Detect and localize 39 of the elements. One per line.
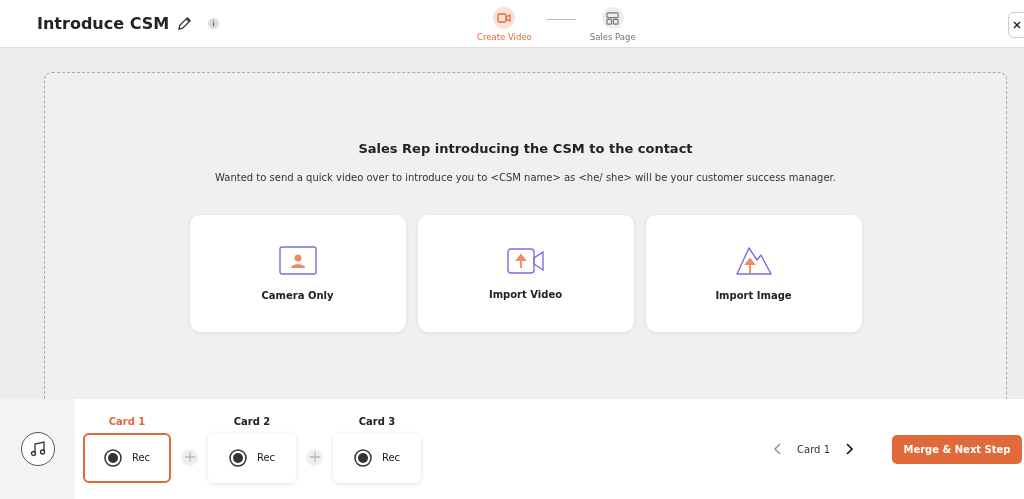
card-label: Card 2 <box>233 415 271 427</box>
option-label: Camera Only <box>261 290 334 301</box>
option-card[interactable]: Import Video <box>417 215 634 332</box>
panel-heading: Sales Rep introducing the CSM to the contact <box>358 141 693 156</box>
plus-icon <box>309 452 320 462</box>
image-upload-icon <box>734 246 773 276</box>
rec-label: Rec <box>381 452 401 463</box>
option-card[interactable]: Import Image <box>645 215 862 332</box>
close-icon <box>1013 21 1021 29</box>
card-tile[interactable]: Rec <box>208 432 296 483</box>
music-button[interactable] <box>20 432 55 466</box>
video-upload-icon <box>506 247 545 275</box>
card-label: Card 1 <box>108 415 146 427</box>
option-label: Import Video <box>488 289 563 300</box>
layout-icon <box>606 11 620 25</box>
chevron-right-icon <box>846 443 854 455</box>
video-icon <box>497 12 512 24</box>
info-icon[interactable] <box>208 18 220 29</box>
plus-icon <box>184 452 195 462</box>
card-tile[interactable]: Rec <box>83 432 171 483</box>
record-icon <box>353 448 372 467</box>
record-icon <box>228 448 247 467</box>
camera-person-icon <box>278 246 317 276</box>
option-label: Import Image <box>715 290 792 301</box>
page-title: Introduce CSM <box>37 14 170 33</box>
option-card[interactable]: Camera Only <box>189 215 406 332</box>
panel-description: Wanted to send a quick video over to introduce you to <CSM name> as <he/ she> will be your customer success manager. <box>215 172 836 183</box>
rec-label: Rec <box>256 452 276 463</box>
chevron-left-icon <box>773 443 782 455</box>
card-tile[interactable]: Rec <box>333 432 421 483</box>
card-label: Card 3 <box>358 415 396 427</box>
step-tab[interactable]: Create Video <box>477 7 532 42</box>
record-icon <box>103 448 122 467</box>
next-button[interactable] <box>844 441 856 457</box>
rec-label: Rec <box>131 452 151 463</box>
pager-label: Card 1 <box>797 443 830 455</box>
music-note-icon <box>29 441 46 457</box>
step-tab[interactable]: Sales Page <box>589 7 636 42</box>
edit-icon[interactable] <box>177 16 193 31</box>
